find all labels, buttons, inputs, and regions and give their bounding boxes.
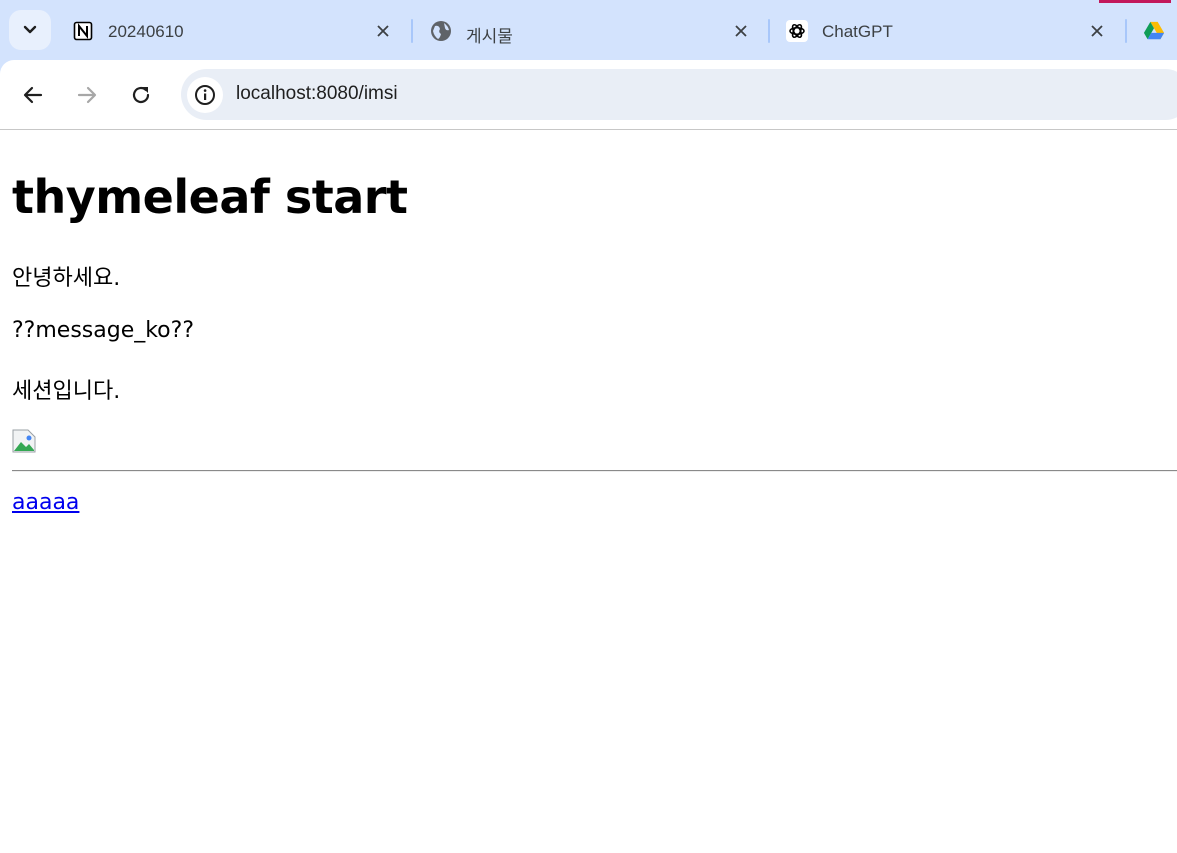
tab-separator <box>1125 19 1127 43</box>
site-info-button[interactable] <box>187 77 223 113</box>
openai-icon <box>786 20 808 42</box>
tab-search-button[interactable] <box>9 10 51 50</box>
message-text: ??message_ko?? <box>12 318 194 343</box>
reload-icon <box>132 86 150 104</box>
globe-icon <box>430 20 452 42</box>
arrow-left-icon <box>23 86 43 104</box>
greeting-text: 안녕하세요. <box>12 266 121 291</box>
back-button[interactable] <box>13 75 53 115</box>
close-icon[interactable] <box>731 21 751 41</box>
reload-button[interactable] <box>121 75 161 115</box>
horizontal-rule <box>12 470 1177 472</box>
tab-separator <box>768 19 770 43</box>
tab-title: ChatGPT <box>822 22 893 41</box>
arrow-right-icon <box>77 86 97 104</box>
session-text: 세션입니다. <box>12 379 121 404</box>
profile-accent-bar <box>1099 0 1171 3</box>
page-title: thymeleaf start <box>12 170 408 224</box>
toolbar-divider <box>0 129 1177 130</box>
notion-icon <box>72 20 94 42</box>
tab-separator <box>411 19 413 43</box>
close-icon[interactable] <box>373 21 393 41</box>
broken-image-icon <box>12 429 36 453</box>
tab-title: 게시물 <box>466 27 513 46</box>
page-link[interactable]: aaaaa <box>12 490 79 515</box>
info-icon <box>195 85 215 105</box>
url-text[interactable]: localhost:8080/imsi <box>236 83 398 105</box>
tab-notion[interactable]: 20240610 <box>62 10 407 52</box>
chevron-down-icon <box>23 25 37 34</box>
tab-title: 20240610 <box>108 22 184 41</box>
tab-posts[interactable]: 게시물 <box>420 10 765 52</box>
forward-button[interactable] <box>67 75 107 115</box>
tab-google-drive[interactable] <box>1133 10 1177 52</box>
google-drive-icon <box>1143 20 1165 42</box>
close-icon[interactable] <box>1087 21 1107 41</box>
tab-chatgpt[interactable]: ChatGPT <box>776 10 1121 52</box>
